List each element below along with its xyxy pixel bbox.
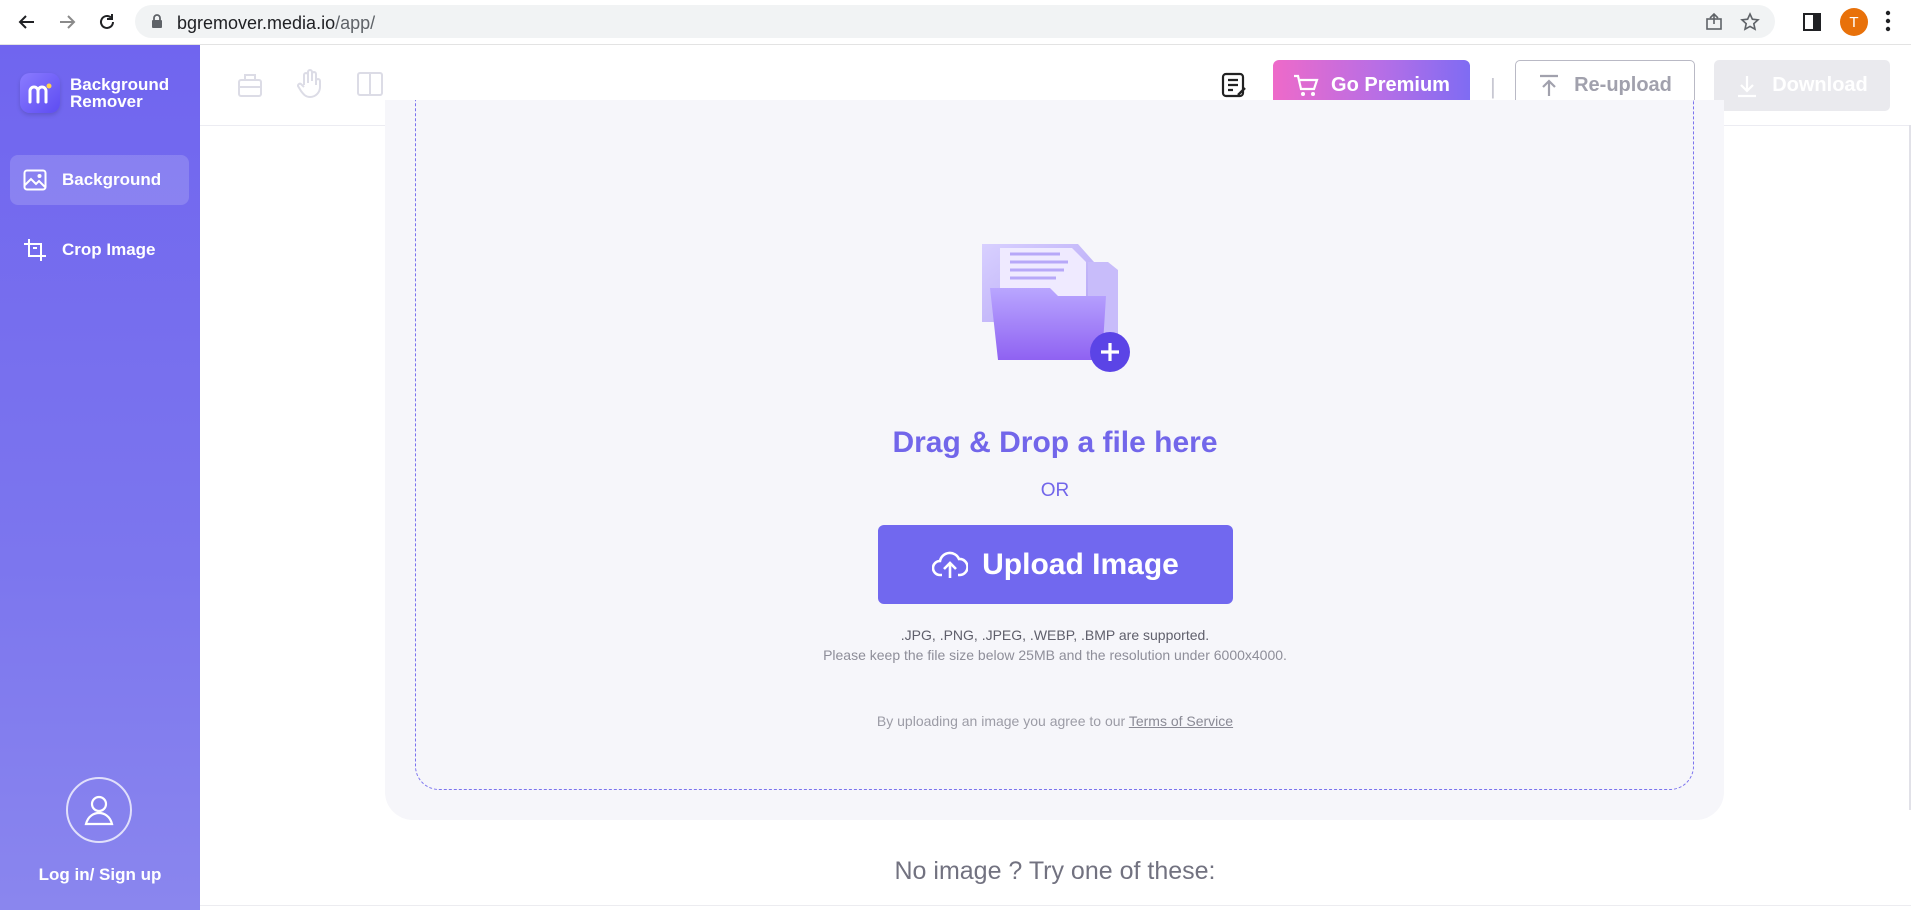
upload-image-button[interactable]: Upload Image — [878, 525, 1233, 604]
supported-formats-text: .JPG, .PNG, .JPEG, .WEBP, .BMP are suppo… — [900, 627, 1210, 643]
lock-icon — [151, 14, 163, 34]
upload-arrow-icon — [1538, 74, 1560, 98]
back-arrow-icon[interactable] — [13, 8, 41, 36]
browser-chrome: bgremover.media.io/app/ T — [0, 0, 1911, 45]
media-io-logo-icon — [20, 73, 60, 113]
sample-images-heading: No image ? Try one of these: — [894, 857, 1216, 885]
forward-arrow-icon[interactable] — [53, 8, 81, 36]
app-logo[interactable]: Background Remover — [20, 73, 180, 113]
bucket-tool-icon[interactable] — [233, 67, 267, 101]
file-size-note: Please keep the file size below 25MB and… — [823, 647, 1287, 663]
address-bar[interactable]: bgremover.media.io/app/ — [135, 5, 1775, 38]
or-divider-text: OR — [1040, 480, 1070, 501]
sidebar-item-crop-image[interactable]: Crop Image — [10, 225, 189, 275]
sidebar-item-label: Background — [62, 170, 162, 189]
bottom-divider — [200, 905, 1911, 906]
cart-icon — [1293, 74, 1319, 98]
share-icon[interactable] — [1703, 11, 1725, 33]
drag-drop-title: Drag & Drop a file here — [892, 426, 1218, 459]
sidebar-item-label: Crop Image — [62, 240, 156, 259]
terms-of-service-link[interactable]: Terms of Service — [1129, 713, 1233, 729]
profile-avatar[interactable]: T — [1840, 8, 1868, 36]
terms-prefix: By uploading an image you agree to our — [876, 713, 1126, 729]
go-premium-label: Go Premium — [1331, 74, 1450, 96]
cloud-upload-icon — [932, 550, 969, 580]
download-button[interactable]: Download — [1714, 60, 1890, 111]
upload-image-label: Upload Image — [982, 547, 1179, 581]
login-signup-link[interactable]: Log in/ Sign up — [0, 865, 200, 885]
download-label: Download — [1772, 74, 1868, 96]
sidebar: Background Remover Background Crop Image… — [0, 45, 200, 910]
terms-notice: By uploading an image you agree to our T… — [700, 713, 1410, 729]
side-panel-icon[interactable] — [1800, 10, 1824, 34]
download-arrow-icon — [1736, 74, 1758, 98]
compare-tool-icon[interactable] — [353, 67, 387, 101]
hand-tool-icon[interactable] — [293, 67, 327, 101]
folder-upload-icon — [978, 240, 1133, 375]
feedback-notes-icon[interactable] — [1218, 69, 1250, 101]
toolbar-separator: | — [1490, 74, 1496, 99]
image-icon — [22, 167, 48, 193]
crop-icon — [22, 237, 48, 263]
more-menu-icon[interactable] — [1885, 10, 1891, 37]
logo-title: Background Remover — [70, 75, 170, 111]
reload-icon[interactable] — [93, 8, 121, 36]
url-text: bgremover.media.io/app/ — [177, 13, 376, 33]
bookmark-star-icon[interactable] — [1739, 11, 1761, 33]
user-avatar-icon[interactable] — [66, 777, 132, 843]
re-upload-label: Re-upload — [1574, 74, 1672, 96]
sidebar-item-background[interactable]: Background — [10, 155, 189, 205]
